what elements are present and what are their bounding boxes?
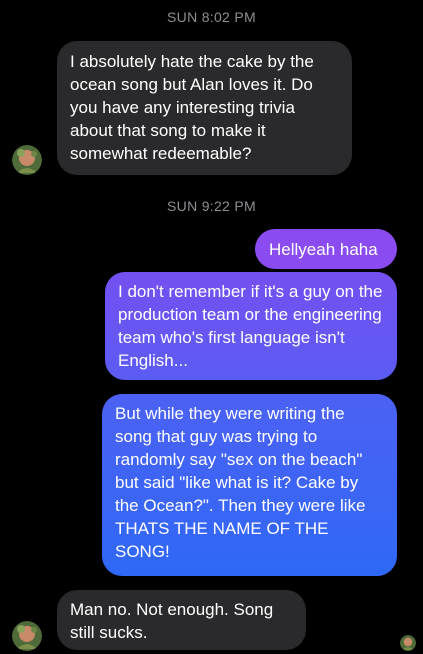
timestamp-2: SUN 9:22 PM (167, 198, 256, 214)
avatar[interactable] (12, 621, 42, 651)
message-incoming-1[interactable]: I absolutely hate the cake by the ocean … (57, 41, 352, 175)
avatar-icon (12, 621, 42, 651)
avatar-icon (12, 145, 42, 175)
read-receipt-icon (400, 635, 416, 651)
read-receipt-avatar (400, 635, 416, 651)
message-outgoing-3[interactable]: But while they were writing the song tha… (102, 394, 397, 576)
message-outgoing-1[interactable]: Hellyeah haha (255, 229, 397, 269)
avatar[interactable] (12, 145, 42, 175)
message-outgoing-2[interactable]: I don't remember if it's a guy on the pr… (105, 272, 397, 380)
timestamp-1: SUN 8:02 PM (167, 9, 256, 25)
message-incoming-2[interactable]: Man no. Not enough. Song still sucks. (57, 590, 306, 650)
